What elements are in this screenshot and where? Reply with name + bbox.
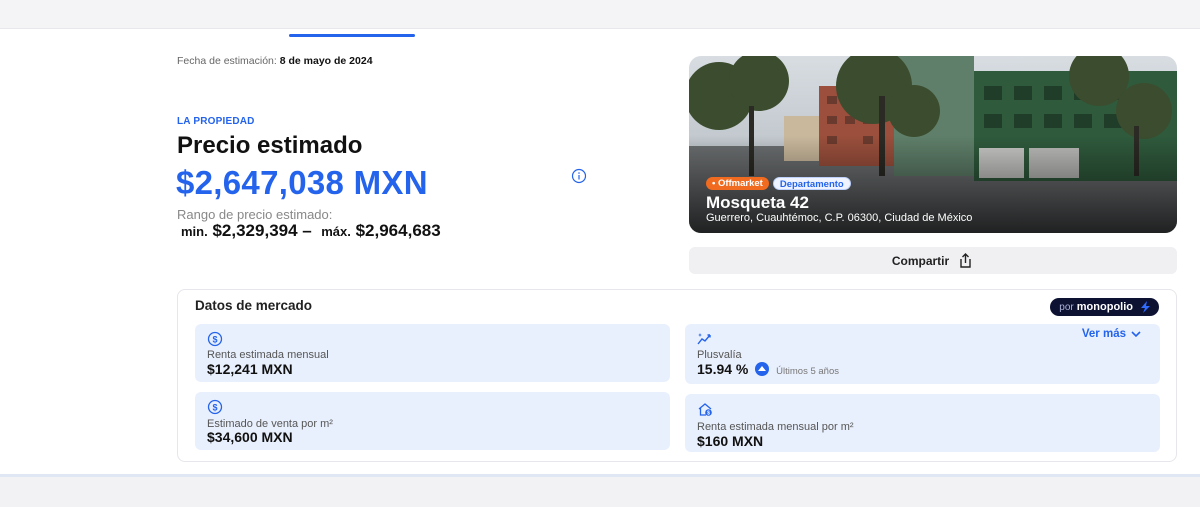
ver-mas-label: Ver más (1081, 328, 1126, 340)
house-coin-icon: $ (698, 403, 712, 416)
info-icon[interactable] (571, 168, 587, 184)
top-bar (0, 0, 1200, 28)
range-dash: – (302, 221, 312, 240)
share-icon (960, 253, 971, 268)
card-label: Renta estimada mensual por m² (697, 421, 854, 433)
provider-prefix: por (1059, 302, 1074, 313)
estimation-date: Fecha de estimación: 8 de mayo de 2024 (177, 55, 373, 67)
plusvalia-card: Ver más Plusvalía 15.94 % Últimos 5 años (685, 324, 1160, 384)
price-range-label: Rango de precio estimado: (177, 207, 333, 222)
min-value: $2,329,394 (212, 221, 298, 240)
max-label: máx. (321, 224, 351, 239)
dollar-coin-icon: $ (207, 331, 223, 347)
svg-text:$: $ (212, 334, 217, 344)
provider-badge[interactable]: por monopolio (1050, 298, 1159, 316)
active-tab-indicator (289, 34, 415, 37)
card-label: Renta estimada mensual (207, 349, 329, 361)
property-badges: • Offmarket Departamento (706, 177, 851, 190)
sale-per-m2-card: $ Estimado de venta por m² $34,600 MXN (195, 392, 670, 450)
trend-sparkle-icon (697, 333, 711, 345)
type-badge: Departamento (772, 177, 851, 190)
offmarket-badge: • Offmarket (706, 177, 769, 190)
max-value: $2,964,683 (355, 221, 441, 240)
period-label: Últimos 5 años (776, 366, 839, 377)
card-value: $12,241 MXN (207, 361, 293, 377)
estimation-date-value: 8 de mayo de 2024 (279, 55, 373, 67)
section-overline: LA PROPIEDAD (177, 116, 255, 127)
dollar-coin-icon: $ (207, 399, 223, 415)
provider-name: monopolio (1076, 301, 1133, 313)
arrow-up-icon (755, 362, 770, 376)
svg-text:$: $ (707, 410, 710, 416)
card-value: $160 MXN (697, 433, 764, 449)
estimation-date-label: Fecha de estimación: (177, 55, 277, 67)
share-label: Compartir (891, 253, 950, 268)
card-value-row: 15.94 % Últimos 5 años (697, 361, 839, 377)
price-range: min. $2,329,394 – máx. $2,964,683 (181, 221, 441, 241)
ver-mas-link[interactable]: Ver más (1082, 328, 1141, 340)
card-value: $34,600 MXN (207, 429, 293, 445)
min-label: min. (181, 224, 208, 239)
share-button[interactable]: Compartir (689, 247, 1177, 274)
bolt-icon (1141, 301, 1150, 313)
bottom-band (0, 474, 1200, 507)
svg-text:$: $ (212, 402, 217, 412)
card-label: Plusvalía (697, 349, 742, 361)
rent-per-m2-card: $ Renta estimada mensual por m² $160 MXN (685, 394, 1160, 452)
chevron-down-icon (1131, 330, 1141, 337)
market-data-section: Datos de mercado por monopolio $ Renta e… (177, 289, 1177, 462)
monthly-rent-card: $ Renta estimada mensual $12,241 MXN (195, 324, 670, 382)
property-name: Mosqueta 42 (706, 193, 809, 212)
market-title: Datos de mercado (195, 298, 313, 313)
property-address: Guerrero, Cuauhtémoc, C.P. 06300, Ciudad… (706, 212, 973, 224)
card-value: 15.94 % (697, 361, 749, 377)
page-title: Precio estimado (177, 132, 363, 159)
estimated-price: $2,647,038 MXN (176, 164, 428, 201)
